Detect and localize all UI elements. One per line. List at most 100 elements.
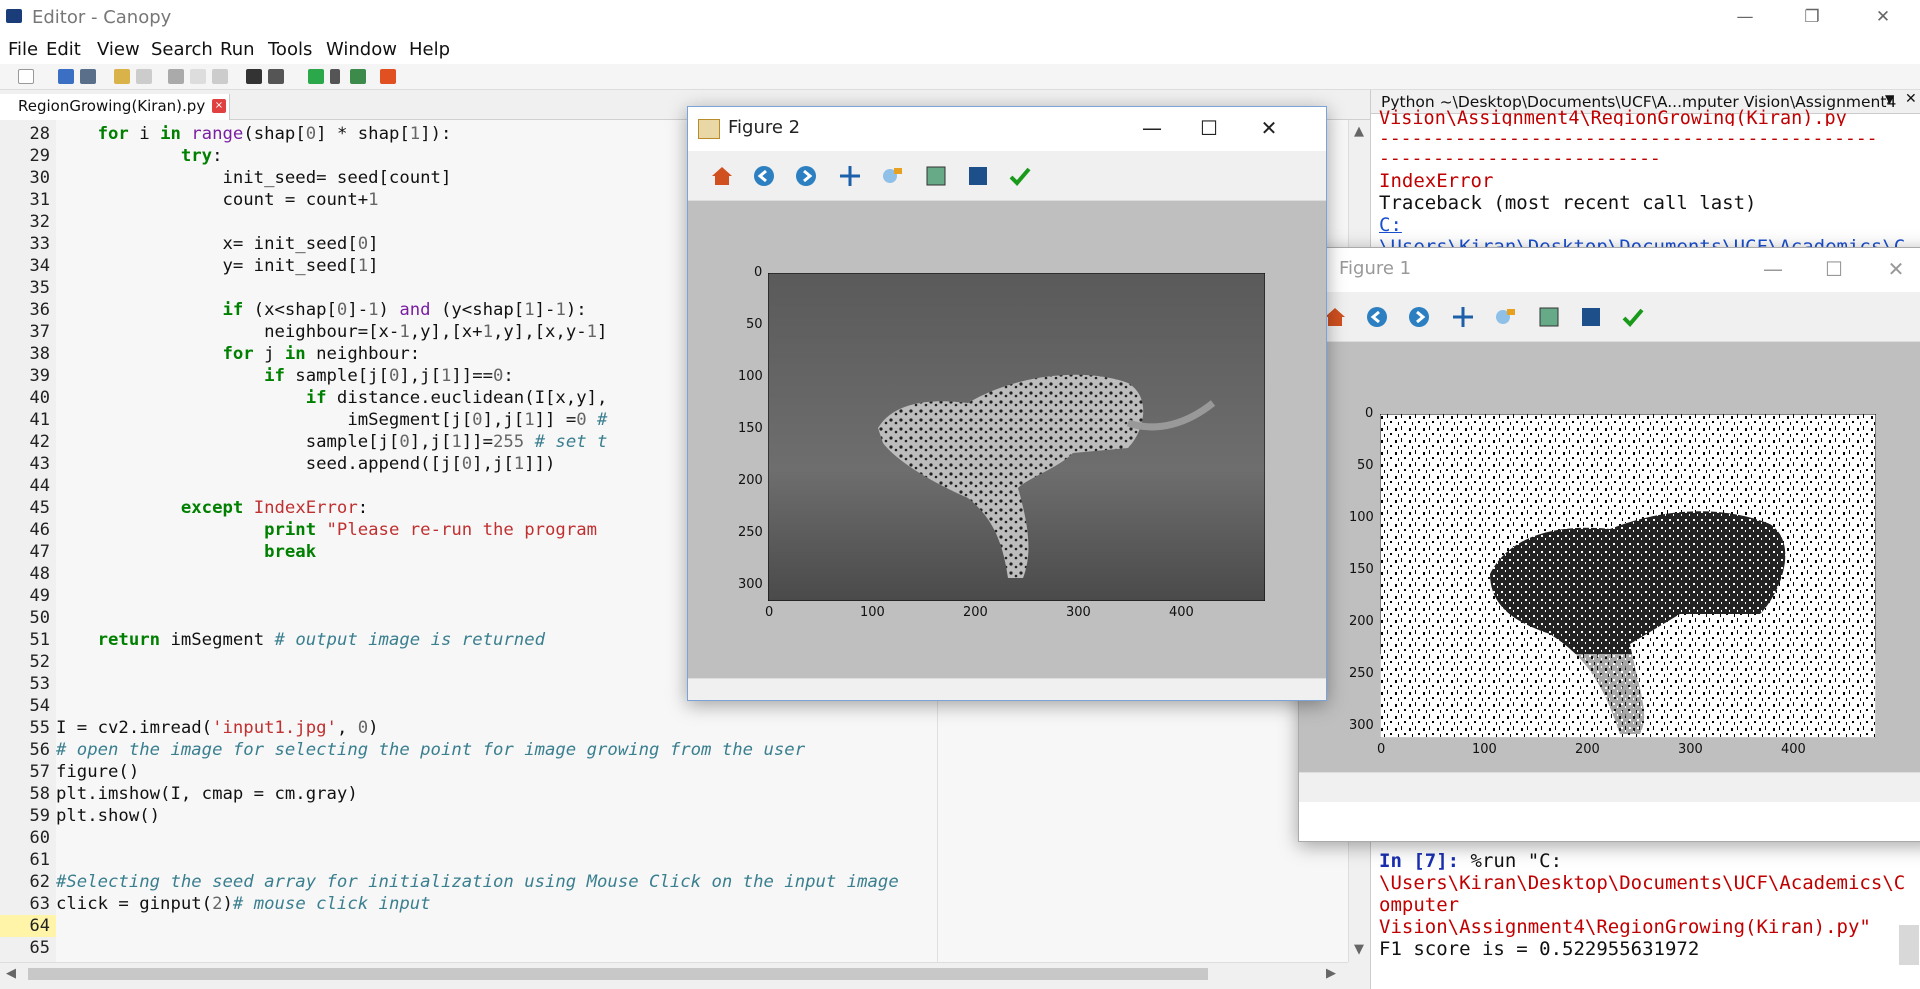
figure2-canvas[interactable]: 0 50 100 150 200 250 300 0 100 200 300 4… [688,201,1326,678]
redo-icon[interactable] [136,69,152,84]
figure1-close-button[interactable]: ✕ [1881,254,1911,284]
code-line-43: seed.append([j[0],j[1]]) [56,454,556,474]
scroll-right-icon[interactable]: ▶ [1326,966,1336,981]
save-all-icon[interactable] [80,69,96,84]
y-tick: 100 [738,369,763,384]
line-number: 53 [29,674,50,694]
zoom-icon[interactable] [880,164,904,188]
line-number: 64 [29,916,50,936]
copy-icon[interactable] [190,69,206,84]
menu-view[interactable]: View [97,39,140,60]
console-scroll-thumb[interactable] [1899,925,1919,965]
back-icon[interactable] [752,164,776,188]
x-tick: 300 [1066,605,1091,620]
y-tick: 150 [1349,562,1374,577]
run-icon[interactable] [308,69,324,84]
y-tick: 250 [738,525,763,540]
pan-icon[interactable] [1451,305,1475,329]
y-tick: 200 [1349,614,1374,629]
code-line-33: x= init_seed[0] [56,234,379,254]
menu-run[interactable]: Run [220,39,255,60]
window-titlebar: Editor - Canopy — ❐ ✕ [0,0,1920,34]
line-number: 61 [29,850,50,870]
find-replace-icon[interactable] [268,69,284,84]
console-run-path: omputer [1379,894,1460,916]
subplots-icon[interactable] [1537,305,1561,329]
forward-icon[interactable] [1407,305,1431,329]
paste-icon[interactable] [212,69,228,84]
horizontal-scroll-thumb[interactable] [28,968,1208,980]
save-figure-icon[interactable] [966,164,990,188]
x-tick: 400 [1781,742,1806,757]
check-icon[interactable] [1008,164,1032,188]
menu-tools[interactable]: Tools [268,39,312,60]
restore-button[interactable]: ❐ [1783,0,1841,34]
code-line-39: if sample[j[0],j[1]]==0: [264,366,514,386]
code-line-31: count = count+1 [56,190,379,210]
menu-search[interactable]: Search [151,39,213,60]
menu-help[interactable]: Help [409,39,450,60]
figure2-close-button[interactable]: ✕ [1254,113,1284,143]
find-icon[interactable] [246,69,262,84]
line-number: 50 [29,608,50,628]
code-line-38: for j in neighbour: [222,344,421,364]
line-number: 52 [29,652,50,672]
y-tick: 300 [1349,718,1374,733]
code-line-40: if distance.euclidean(I[x,y], [305,388,608,408]
scroll-left-icon[interactable]: ◀ [6,966,16,981]
console-error-name: IndexError [1379,170,1494,192]
minimize-button[interactable]: — [1716,0,1774,34]
editor-horizontal-scrollbar[interactable]: ◀ ▶ [0,962,1348,984]
line-number: 41 [29,410,50,430]
line-number: 42 [29,432,50,452]
cut-icon[interactable] [168,69,184,84]
debug-icon[interactable] [350,69,366,84]
tab-close-icon[interactable]: × [212,99,226,113]
figure2-maximize-button[interactable]: ☐ [1194,113,1224,143]
panel-menu-chevron-icon[interactable]: ▼ [1885,92,1894,106]
figure2-minimize-button[interactable]: — [1137,113,1167,143]
line-number: 37 [29,322,50,342]
panel-close-icon[interactable]: ✕ [1905,91,1917,107]
save-figure-icon[interactable] [1579,305,1603,329]
menu-bar: File Edit View Search Run Tools Window H… [0,34,1920,64]
tab-regiongrowing[interactable]: RegionGrowing(Kiran).py × [0,94,230,120]
line-number: 62 [29,872,50,892]
undo-icon[interactable] [114,69,130,84]
figure2-window[interactable]: Figure 2 — ☐ ✕ 0 50 100 150 200 250 300 … [687,106,1327,701]
line-number: 45 [29,498,50,518]
new-file-icon[interactable] [18,69,34,84]
zoom-icon[interactable] [1493,305,1517,329]
line-number: 29 [29,146,50,166]
menu-edit[interactable]: Edit [46,39,81,60]
tool-icon[interactable] [380,69,396,84]
figure1-window[interactable]: Figure 1 — ☐ ✕ 0 50 100 150 200 250 300 … [1298,247,1920,842]
scroll-up-icon[interactable]: ▲ [1354,124,1364,139]
x-tick: 100 [1472,742,1497,757]
check-icon[interactable] [1621,305,1645,329]
save-icon[interactable] [58,69,74,84]
close-button[interactable]: ✕ [1854,0,1912,34]
code-line-63: click = ginput(2)# mouse click input [56,894,431,914]
run-menu-chevron-icon[interactable] [330,69,340,84]
home-icon[interactable] [710,164,734,188]
pan-icon[interactable] [838,164,862,188]
figure1-minimize-button[interactable]: — [1758,254,1788,284]
figure1-titlebar: Figure 1 — ☐ ✕ [1299,248,1920,292]
forward-icon[interactable] [794,164,818,188]
subplots-icon[interactable] [924,164,948,188]
y-tick: 100 [1349,510,1374,525]
scroll-down-icon[interactable]: ▼ [1354,942,1364,957]
line-number: 32 [29,212,50,232]
code-line-41: imSegment[j[0],j[1]] =0 # [56,410,608,430]
back-icon[interactable] [1365,305,1389,329]
x-tick: 300 [1678,742,1703,757]
y-tick: 300 [738,577,763,592]
figure1-maximize-button[interactable]: ☐ [1819,254,1849,284]
menu-window[interactable]: Window [326,39,397,60]
line-number: 65 [29,938,50,958]
figure1-canvas[interactable]: 0 50 100 150 200 250 300 0 100 200 300 4… [1299,342,1920,772]
code-line-59: plt.show() [56,806,161,826]
console-file-link[interactable]: C: [1379,214,1402,236]
menu-file[interactable]: File [8,39,38,60]
